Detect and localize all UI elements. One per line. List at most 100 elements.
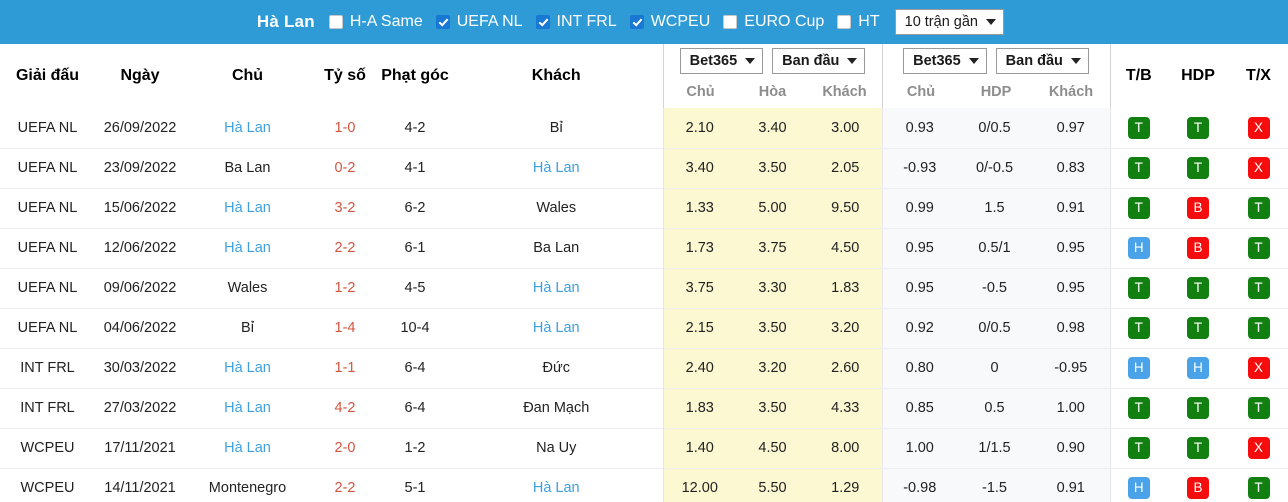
match-count-value: 10 trận gần [904, 14, 978, 30]
match-count-select[interactable]: 10 trận gần [894, 9, 1004, 35]
odds-sub-home: Chủ [686, 83, 715, 100]
hdp-bookmaker-select[interactable]: Bet365 [903, 47, 987, 74]
checkbox-unchecked-icon[interactable] [328, 15, 343, 29]
table-row[interactable]: UEFA NL 04/06/2022 Bỉ 1-4 10-4 Hà Lan 2.15 3.50… [0, 308, 1288, 349]
cell-hdp-away: 0.98 [1032, 308, 1110, 349]
cell-home-team[interactable]: Hà Lan [185, 188, 310, 229]
cell-away-team[interactable]: Hà Lan [450, 268, 663, 309]
odds-phase-select[interactable]: Ban đầu [772, 47, 866, 74]
cell-hdp-home: 0.95 [881, 268, 957, 309]
table-row[interactable]: UEFA NL 15/06/2022 Hà Lan 3-2 6-2 Wales 1.33 5.… [0, 188, 1288, 229]
filter-wcpeu[interactable]: WCPEU [629, 14, 710, 30]
chevron-down-icon [1070, 57, 1081, 64]
col-header-corner[interactable]: Phạt góc [380, 44, 450, 108]
cell-hdp-home: 0.85 [881, 388, 957, 429]
status-badge: T [1127, 317, 1150, 339]
table-body: UEFA NL 26/09/2022 Hà Lan 1-0 4-2 Bỉ 2.10 3.40 3… [0, 108, 1288, 502]
chevron-down-icon [847, 57, 858, 64]
table-row[interactable]: INT FRL 30/03/2022 Hà Lan 1-1 6-4 Đức 2.40 3.20… [0, 348, 1288, 389]
cell-hdp-line: 0/-0.5 [957, 148, 1032, 189]
cell-league: UEFA NL [0, 308, 95, 349]
table-row[interactable]: WCPEU 17/11/2021 Hà Lan 2-0 1-2 Na Uy 1.40 4.50… [0, 428, 1288, 469]
cell-date: 17/11/2021 [95, 428, 185, 469]
cell-badge-tx: X [1229, 148, 1288, 189]
hdp-phase-select[interactable]: Ban đầu [995, 47, 1089, 74]
checkbox-unchecked-icon[interactable] [837, 15, 852, 29]
cell-badge-hdp-result: B [1167, 228, 1229, 269]
cell-hdp-home: 0.80 [881, 348, 957, 389]
table-row[interactable]: WCPEU 14/11/2021 Montenegro 2-2 5-1 Hà Lan 12.… [0, 468, 1288, 502]
cell-home-team: Ba Lan [185, 148, 310, 189]
cell-home-team[interactable]: Hà Lan [185, 348, 310, 389]
cell-odds-home: 2.10 [662, 108, 736, 149]
filter-ht[interactable]: HT [837, 13, 880, 30]
filter-toolbar: Hà Lan H-A Same UEFA NL INT FRL WCPEU EURO C… [0, 0, 1288, 44]
cell-home-team: Bỉ [185, 308, 310, 349]
cell-badge-hdp-result: H [1167, 348, 1229, 389]
table-row[interactable]: INT FRL 27/03/2022 Hà Lan 4-2 6-4 Đan Mạch 1.8… [0, 388, 1288, 429]
cell-badge-tb: H [1109, 348, 1167, 389]
cell-league: INT FRL [0, 348, 95, 389]
table-row[interactable]: UEFA NL 23/09/2022 Ba Lan 0-2 4-1 Hà Lan 3.40 3… [0, 148, 1288, 189]
col-header-score[interactable]: Tỷ số [310, 44, 380, 108]
cell-odds-draw: 5.00 [736, 188, 809, 229]
status-badge: T [1127, 277, 1150, 299]
team-title: Hà Lan [256, 12, 315, 31]
status-badge: T [1247, 477, 1270, 499]
cell-away-team[interactable]: Hà Lan [450, 148, 663, 189]
filter-uefa-nl[interactable]: UEFA NL [435, 14, 523, 30]
col-header-away[interactable]: Khách [450, 44, 663, 108]
odds-sub-draw: Hòa [758, 83, 787, 100]
col-header-tb[interactable]: T/B [1109, 44, 1167, 108]
cell-date: 04/06/2022 [95, 308, 185, 349]
col-header-league[interactable]: Giải đấu [0, 44, 95, 108]
table-row[interactable]: UEFA NL 12/06/2022 Hà Lan 2-2 6-1 Ba Lan 1.73 3… [0, 228, 1288, 269]
table-row[interactable]: UEFA NL 26/09/2022 Hà Lan 1-0 4-2 Bỉ 2.10 3.40 3… [0, 108, 1288, 149]
status-badge: B [1187, 197, 1209, 219]
cell-home-team[interactable]: Hà Lan [185, 108, 310, 149]
checkbox-checked-icon[interactable] [435, 15, 450, 29]
cell-away-team[interactable]: Hà Lan [450, 308, 663, 349]
checkbox-checked-icon[interactable] [535, 15, 550, 29]
cell-date: 26/09/2022 [95, 108, 185, 149]
cell-home-team[interactable]: Hà Lan [185, 428, 310, 469]
col-header-home[interactable]: Chủ [185, 44, 310, 108]
filter-label: INT FRL [556, 13, 617, 30]
filter-h-a-same[interactable]: H-A Same [328, 13, 423, 30]
col-header-date[interactable]: Ngày [95, 44, 185, 108]
status-badge: T [1187, 116, 1209, 139]
filter-euro-cup[interactable]: EURO Cup [723, 14, 824, 30]
cell-home-team[interactable]: Hà Lan [185, 388, 310, 429]
cell-score: 0-2 [310, 148, 380, 189]
cell-away-team: Na Uy [450, 428, 663, 469]
cell-hdp-home: -0.93 [881, 148, 957, 189]
status-badge: H [1187, 357, 1209, 379]
filter-label: H-A Same [349, 13, 423, 30]
odds-phase-value: Ban đầu [782, 52, 840, 69]
filter-label: HT [858, 13, 880, 30]
cell-home-team[interactable]: Hà Lan [185, 228, 310, 269]
filter-label: EURO Cup [744, 13, 825, 30]
cell-league: WCPEU [0, 468, 95, 502]
table-row[interactable]: UEFA NL 09/06/2022 Wales 1-2 4-5 Hà Lan 3.75 3.… [0, 268, 1288, 309]
col-header-hdp-result[interactable]: HDP [1167, 44, 1229, 108]
hdp-group-header: Bet365 Ban đầu Chủ HDP Khách [881, 44, 1110, 108]
cell-badge-tx: T [1229, 308, 1288, 349]
cell-score: 1-2 [310, 268, 380, 309]
cell-badge-hdp-result: T [1167, 148, 1229, 189]
cell-badge-tb: H [1109, 468, 1167, 502]
cell-away-team[interactable]: Hà Lan [450, 468, 663, 502]
col-header-tx[interactable]: T/X [1229, 44, 1288, 108]
cell-odds-home: 1.33 [662, 188, 736, 229]
matches-table: Giải đấu Ngày Chủ Tỷ số Phạt góc Khách B… [0, 44, 1288, 502]
cell-odds-away: 8.00 [809, 428, 882, 469]
cell-date: 30/03/2022 [95, 348, 185, 389]
odds-bookmaker-select[interactable]: Bet365 [679, 47, 764, 74]
odds-bookmaker-value: Bet365 [689, 52, 738, 69]
status-badge: X [1247, 116, 1270, 139]
checkbox-unchecked-icon[interactable] [723, 15, 738, 29]
cell-odds-away: 2.60 [809, 348, 882, 389]
cell-odds-home: 12.00 [662, 468, 736, 502]
filter-int-frl[interactable]: INT FRL [535, 13, 617, 30]
checkbox-checked-icon[interactable] [629, 15, 644, 29]
